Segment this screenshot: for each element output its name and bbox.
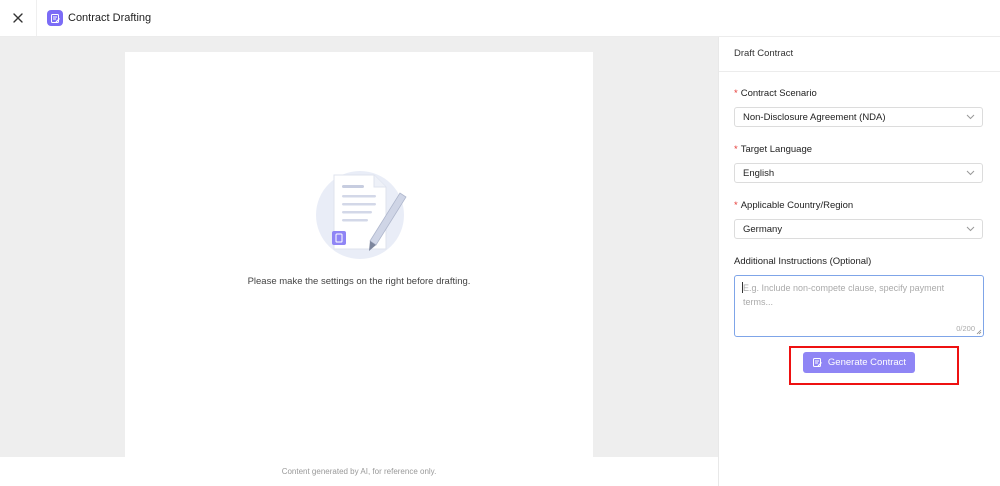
country-region-value: Germany: [743, 224, 783, 235]
country-region-select[interactable]: Germany: [734, 219, 983, 239]
resize-handle-icon[interactable]: [976, 329, 982, 335]
ai-disclaimer: Content generated by AI, for reference o…: [281, 467, 437, 476]
country-region-label: * Applicable Country/Region: [734, 200, 853, 211]
chevron-down-icon: [966, 226, 975, 232]
close-icon[interactable]: [13, 13, 23, 23]
document-with-pen-illustration: [316, 171, 407, 259]
additional-instructions-field[interactable]: E.g. Include non-compete clause, specify…: [734, 275, 984, 337]
target-language-label: * Target Language: [734, 144, 812, 155]
contract-scenario-select[interactable]: Non-Disclosure Agreement (NDA): [734, 107, 983, 127]
close-button[interactable]: [0, 0, 37, 36]
target-language-label-text: Target Language: [740, 144, 813, 155]
required-mark: *: [734, 144, 738, 155]
empty-state-message: Please make the settings on the right be…: [247, 276, 471, 287]
instructions-placeholder: E.g. Include non-compete clause, specify…: [743, 283, 945, 307]
contract-edit-icon: [47, 10, 63, 26]
contract-scenario-label-text: Contract Scenario: [740, 88, 817, 99]
page-title: Contract Drafting: [68, 12, 152, 24]
chevron-down-icon: [966, 114, 975, 120]
contract-scenario-value: Non-Disclosure Agreement (NDA): [743, 112, 886, 123]
panel-title: Draft Contract: [734, 48, 794, 59]
character-counter: 0/200: [956, 324, 975, 333]
chevron-down-icon: [966, 170, 975, 176]
required-mark: *: [734, 200, 738, 211]
contract-scenario-label: * Contract Scenario: [734, 88, 817, 99]
additional-instructions-label: Additional Instructions (Optional): [734, 256, 872, 267]
top-bar: Contract Drafting: [0, 0, 1000, 37]
target-language-select[interactable]: English: [734, 163, 983, 183]
highlight-annotation: [789, 346, 959, 385]
target-language-value: English: [743, 168, 775, 179]
panel-divider: [719, 71, 1000, 72]
required-mark: *: [734, 88, 738, 99]
country-region-label-text: Applicable Country/Region: [740, 200, 854, 211]
